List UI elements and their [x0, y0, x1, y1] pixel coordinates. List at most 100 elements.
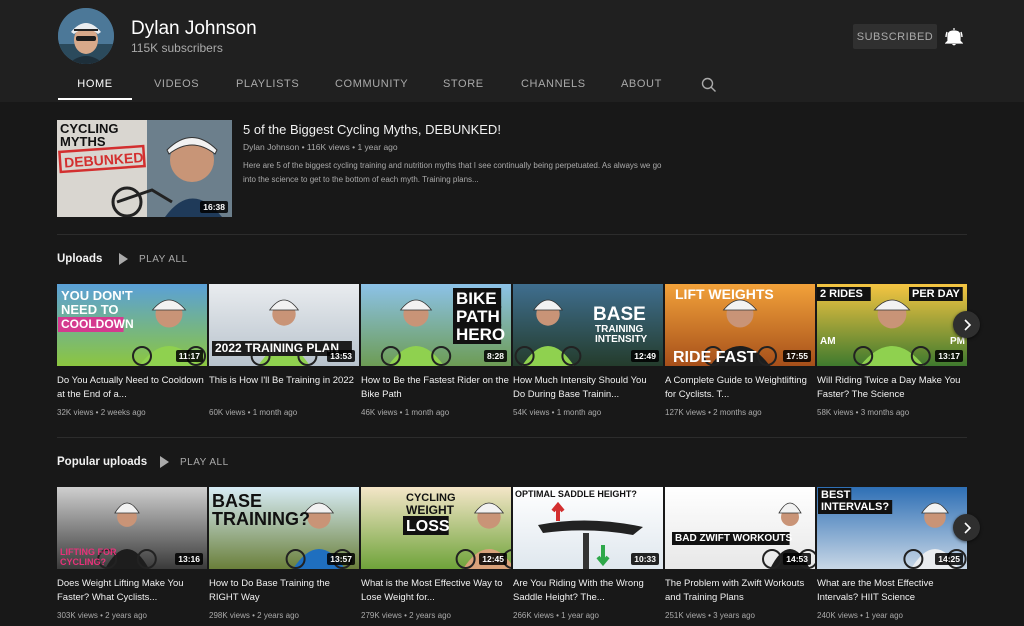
popular-next-button[interactable] — [953, 514, 980, 541]
thumbnail-text: 2022 TRAINING PLAN — [215, 341, 339, 355]
video-duration: 14:25 — [935, 553, 963, 565]
thumbnail-text: CYCLING? — [60, 557, 106, 567]
featured-meta: Dylan Johnson • 116K views • 1 year ago — [243, 142, 398, 152]
featured-description: Here are 5 of the biggest cycling traini… — [243, 161, 662, 184]
video-duration: 13:53 — [327, 350, 355, 362]
thumbnail-text: INTENSITY — [595, 334, 648, 345]
video-duration: 13:16 — [175, 553, 203, 565]
play-all-label: PLAY ALL — [139, 253, 188, 265]
video-title[interactable]: How to Be the Fastest Rider on the Bike … — [361, 374, 509, 402]
video-thumbnail[interactable]: BASE TRAINING? 13:57 — [209, 487, 359, 569]
video-thumbnail[interactable]: BEST INTERVALS? 14:25 — [817, 487, 967, 569]
video-thumbnail[interactable]: 2022 TRAINING PLAN 13:53 — [209, 284, 359, 366]
video-title[interactable]: A Complete Guide to Weightlifting for Cy… — [665, 374, 813, 402]
thumbnail-text: PATH — [456, 307, 500, 326]
tab-videos[interactable]: VIDEOS — [154, 70, 199, 100]
video-thumbnail[interactable]: 2 RIDES PER DAY AM PM 13:17 — [817, 284, 967, 366]
thumbnail-text: PER DAY — [912, 288, 961, 300]
thumbnail-text: AM — [820, 336, 836, 347]
channel-avatar[interactable] — [58, 8, 114, 64]
thumbnail-text: BAD ZWIFT WORKOUTS — [675, 533, 793, 544]
video-title[interactable]: The Problem with Zwift Workouts and Trai… — [665, 577, 813, 605]
bell-icon[interactable] — [944, 27, 964, 47]
play-icon — [160, 456, 169, 468]
play-icon — [119, 253, 128, 265]
popular-shelf-title[interactable]: Popular uploads — [57, 456, 147, 468]
video-meta: 251K views • 3 years ago — [665, 611, 755, 620]
video-title[interactable]: What is the Most Effective Way to Lose W… — [361, 577, 509, 605]
video-meta: 58K views • 3 months ago — [817, 408, 910, 417]
thumbnail-text: 2 RIDES — [820, 288, 863, 300]
tab-store[interactable]: STORE — [443, 70, 484, 100]
thumbnail-text: LOSS — [406, 518, 450, 535]
video-duration: 14:53 — [783, 553, 811, 565]
thumbnail-text: YOU DON'T — [61, 288, 133, 303]
thumbnail-text: HERO — [456, 325, 505, 344]
uploads-shelf-title[interactable]: Uploads — [57, 253, 102, 265]
thumbnail-text: LIFTING FOR — [60, 547, 117, 557]
uploads-play-all-button[interactable]: PLAY ALL — [119, 253, 188, 265]
video-title[interactable]: Does Weight Lifting Make You Faster? Wha… — [57, 577, 205, 605]
video-meta: 127K views • 2 months ago — [665, 408, 762, 417]
video-duration: 11:17 — [175, 350, 203, 362]
video-title[interactable]: Do You Actually Need to Cooldown at the … — [57, 374, 205, 402]
tab-playlists[interactable]: PLAYLISTS — [236, 70, 299, 100]
active-tab-indicator — [58, 98, 132, 100]
video-thumbnail[interactable]: LIFTING FOR CYCLING? 13:16 — [57, 487, 207, 569]
thumbnail-text: INTERVALS? — [821, 501, 889, 513]
subscribed-button[interactable]: SUBSCRIBED — [853, 24, 937, 49]
video-meta: 60K views • 1 month ago — [209, 408, 298, 417]
thumbnail-text: RIDE FAST — [673, 349, 757, 366]
subscriber-count: 115K subscribers — [131, 41, 223, 55]
video-duration: 16:38 — [200, 201, 228, 213]
video-duration: 13:17 — [935, 350, 963, 362]
search-icon[interactable] — [701, 77, 717, 93]
video-meta: 298K views • 2 years ago — [209, 611, 299, 620]
play-all-label: PLAY ALL — [180, 456, 229, 468]
video-title[interactable]: Are You Riding With the Wrong Saddle Hei… — [513, 577, 661, 605]
video-duration: 12:45 — [479, 553, 507, 565]
thumbnail-text: WEIGHT — [406, 503, 455, 517]
thumbnail-text: COOLDOWN — [61, 317, 134, 331]
popular-play-all-button[interactable]: PLAY ALL — [160, 456, 229, 468]
video-title[interactable]: How to Do Base Training the RIGHT Way — [209, 577, 357, 605]
channel-name[interactable]: Dylan Johnson — [131, 18, 257, 40]
featured-thumb-text-2: MYTHS — [60, 134, 106, 149]
uploads-next-button[interactable] — [953, 311, 980, 338]
video-meta: 266K views • 1 year ago — [513, 611, 599, 620]
video-thumbnail[interactable]: YOU DON'T NEED TO COOLDOWN 11:17 — [57, 284, 207, 366]
video-title[interactable]: This is How I'll Be Training in 2022 — [209, 374, 357, 402]
thumbnail-text: TRAINING? — [212, 509, 310, 529]
thumbnail-text: BIKE — [456, 289, 497, 308]
video-meta: 46K views • 1 month ago — [361, 408, 450, 417]
thumbnail-text: BASE — [212, 491, 262, 511]
thumbnail-text: BEST — [821, 489, 851, 501]
featured-video: CYCLING MYTHS DEBUNKED 16:38 5 of the Bi… — [57, 120, 967, 220]
thumbnail-text: NEED TO — [61, 302, 119, 317]
chevron-right-icon — [963, 521, 971, 534]
featured-title[interactable]: 5 of the Biggest Cycling Myths, DEBUNKED… — [243, 122, 501, 137]
video-thumbnail[interactable]: CYCLING WEIGHT LOSS 12:45 — [361, 487, 511, 569]
tab-community[interactable]: COMMUNITY — [335, 70, 408, 100]
video-thumbnail[interactable]: LIFT WEIGHTS RIDE FAST 17:55 — [665, 284, 815, 366]
tab-channels[interactable]: CHANNELS — [521, 70, 586, 100]
video-thumbnail[interactable]: BASE TRAINING INTENSITY 12:49 — [513, 284, 663, 366]
tab-home[interactable]: HOME — [58, 70, 132, 100]
video-meta: 54K views • 1 month ago — [513, 408, 602, 417]
thumbnail-text: OPTIMAL SADDLE HEIGHT? — [515, 489, 637, 499]
tab-about[interactable]: ABOUT — [621, 70, 662, 100]
thumbnail-text: BASE — [593, 304, 646, 325]
video-thumbnail[interactable]: BIKE PATH HERO 8:28 — [361, 284, 511, 366]
video-title[interactable]: What are the Most Effective Intervals? H… — [817, 577, 965, 605]
video-title[interactable]: Will Riding Twice a Day Make You Faster?… — [817, 374, 965, 402]
video-title[interactable]: How Much Intensity Should You Do During … — [513, 374, 661, 402]
featured-thumbnail[interactable]: CYCLING MYTHS DEBUNKED 16:38 — [57, 120, 232, 217]
video-duration: 17:55 — [783, 350, 811, 362]
channel-header: Dylan Johnson 115K subscribers SUBSCRIBE… — [0, 0, 1024, 102]
video-thumbnail[interactable]: BAD ZWIFT WORKOUTS 14:53 — [665, 487, 815, 569]
video-duration: 10:33 — [631, 553, 659, 565]
thumbnail-text: LIFT WEIGHTS — [675, 286, 774, 302]
video-duration: 13:57 — [327, 553, 355, 565]
video-thumbnail[interactable]: OPTIMAL SADDLE HEIGHT? 10:33 — [513, 487, 663, 569]
video-meta: 32K views • 2 weeks ago — [57, 408, 146, 417]
